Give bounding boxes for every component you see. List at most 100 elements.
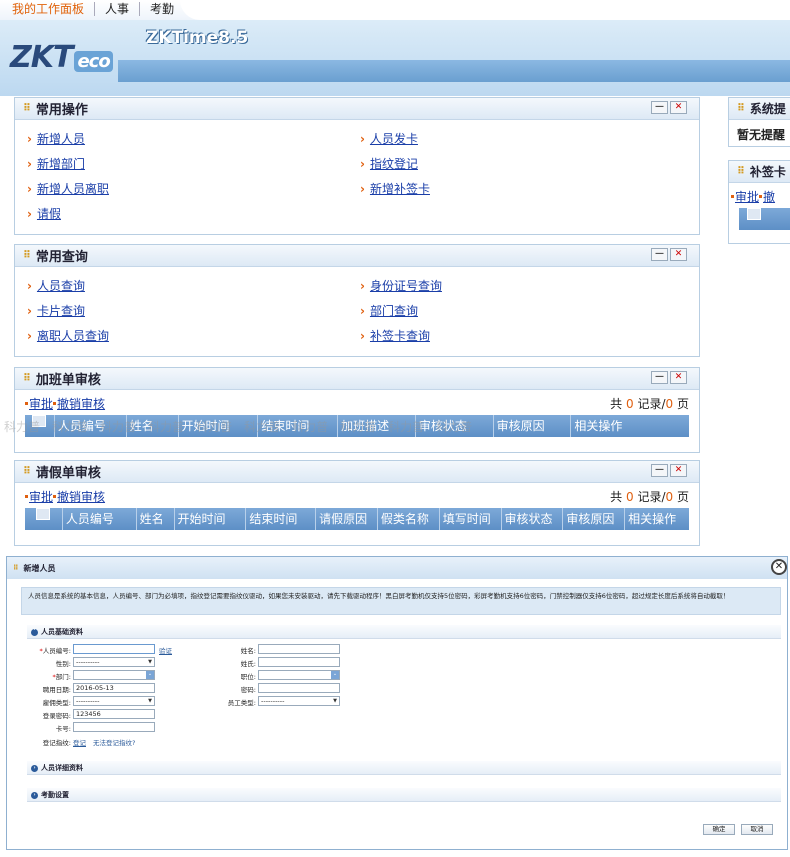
revoke-link[interactable]: 撤销审核 <box>57 488 105 505</box>
panel-title: 加班单审核 <box>35 373 101 388</box>
info-notice: 人员信息是系统的基本信息，人员编号、部门为必填项，指纹登记需要指纹仪驱动，如果您… <box>21 587 781 615</box>
column-header[interactable]: 开始时间 <box>175 508 247 530</box>
column-header[interactable]: 姓名 <box>137 508 175 530</box>
table-header: 人员编号 姓名 开始时间 结束时间 请假原因 假类名称 填写时间 审核状态 审核… <box>25 508 689 530</box>
panel-header: ⠿ 系统提 <box>729 98 790 120</box>
panel-title: 补签卡 <box>749 165 786 179</box>
column-header[interactable]: 审核原因 <box>563 508 626 530</box>
close-icon[interactable]: ✕ <box>670 248 687 261</box>
panel-title: 常用查询 <box>35 250 88 265</box>
link-issue-card[interactable]: 人员发卡 <box>360 130 418 147</box>
link-id-number-query[interactable]: 身份证号查询 <box>360 277 442 294</box>
link-department-query[interactable]: 部门查询 <box>360 302 418 319</box>
link-fingerprint-register[interactable]: 指纹登记 <box>360 155 418 172</box>
section-attendance[interactable]: › 考勤设置 <box>27 788 781 802</box>
login-pwd-input[interactable]: 123456 <box>73 709 155 719</box>
label-login-pwd: 登录密码: <box>42 712 71 720</box>
select-all-checkbox[interactable] <box>25 415 55 437</box>
column-header[interactable]: 开始时间 <box>179 415 259 437</box>
panel-header: ⠿ 常用查询 — ✕ <box>15 245 699 267</box>
bullet-icon <box>53 494 57 498</box>
surname-input[interactable] <box>258 657 340 667</box>
nav-my-dashboard[interactable]: 我的工作面板 <box>12 2 96 16</box>
close-icon[interactable]: ✕ <box>771 559 787 575</box>
link-add-resignation[interactable]: 新增人员离职 <box>27 180 109 197</box>
approve-link[interactable]: 审批 <box>735 188 759 205</box>
column-header[interactable]: 请假原因 <box>316 508 378 530</box>
minimize-icon[interactable]: — <box>651 248 668 261</box>
minimize-icon[interactable]: — <box>651 371 668 384</box>
dialog-header: ⠿ 新增人员 <box>7 557 787 579</box>
panel-title: 系统提 <box>749 102 786 116</box>
link-add-department[interactable]: 新增部门 <box>27 155 85 172</box>
grip-icon: ⠿ <box>23 250 31 261</box>
link-add-employee[interactable]: 新增人员 <box>27 130 85 147</box>
card-no-input[interactable] <box>73 722 155 732</box>
select-all-checkbox[interactable] <box>25 508 63 530</box>
column-header[interactable]: 审核状态 <box>416 415 494 437</box>
close-icon[interactable]: ✕ <box>670 464 687 477</box>
column-header[interactable]: 人员编号 <box>63 508 137 530</box>
verify-link[interactable]: 验证 <box>159 645 172 655</box>
position-select[interactable] <box>258 670 340 680</box>
link-employee-query[interactable]: 人员查询 <box>27 277 85 294</box>
revoke-link[interactable]: 撤 <box>763 188 775 205</box>
column-header[interactable]: 填写时间 <box>440 508 502 530</box>
panel-leave-review: ⠿ 请假单审核 — ✕ 审批 撤销审核 共 0 记录/0 页 人员编号 姓名 开始… <box>14 460 700 546</box>
link-resigned-query[interactable]: 离职人员查询 <box>27 327 109 344</box>
label-emp-no: 人员编号: <box>27 645 71 655</box>
cancel-button[interactable]: 取消 <box>741 824 773 835</box>
hire-date-input[interactable]: 2016-05-13 <box>73 683 155 693</box>
nav-attendance[interactable]: 考勤 <box>140 2 184 16</box>
column-header[interactable]: 加班描述 <box>338 415 416 437</box>
gender-select[interactable]: ---------- <box>73 657 155 667</box>
dept-select[interactable] <box>73 670 155 680</box>
column-header[interactable]: 审核状态 <box>502 508 564 530</box>
emp-no-input[interactable] <box>73 644 155 654</box>
section-basic-info[interactable]: ˅ 人员基础资料 <box>27 625 781 639</box>
column-header[interactable]: 相关操作 <box>625 508 689 530</box>
close-icon[interactable]: ✕ <box>670 101 687 114</box>
column-header[interactable]: 姓名 <box>127 415 179 437</box>
staff-type-select[interactable]: ---------- <box>258 696 340 706</box>
link-add-supplement-card[interactable]: 新增补签卡 <box>360 180 430 197</box>
toolbar: 审批 撤销审核 共 0 记录/0 页 <box>15 483 699 505</box>
select-all-checkbox[interactable] <box>739 208 769 230</box>
column-header[interactable]: 结束时间 <box>246 508 317 530</box>
nav-personnel[interactable]: 人事 <box>95 2 141 16</box>
label-hire-date: 聘用日期: <box>42 686 71 694</box>
link-leave[interactable]: 请假 <box>27 205 61 222</box>
column-header[interactable]: 结束时间 <box>258 415 339 437</box>
emp-type-select[interactable]: ---------- <box>73 696 155 706</box>
column-header[interactable]: 假类名称 <box>378 508 440 530</box>
password-input[interactable] <box>258 683 340 693</box>
approve-link[interactable]: 审批 <box>29 488 53 505</box>
product-name: ZKTime8.5 <box>146 28 249 48</box>
column-header[interactable]: 人员编号 <box>55 415 127 437</box>
link-card-query[interactable]: 卡片查询 <box>27 302 85 319</box>
grip-icon: ⠿ <box>23 373 31 384</box>
label-surname: 姓氏: <box>240 660 256 668</box>
fingerprint-register-link[interactable]: 登记 <box>73 737 86 747</box>
panel-title: 请假单审核 <box>35 466 101 481</box>
panel-header: ⠿ 补签卡 <box>729 161 790 183</box>
name-input[interactable] <box>258 644 340 654</box>
ok-button[interactable]: 确定 <box>703 824 735 835</box>
cannot-register-link[interactable]: 无法登记指纹? <box>93 737 135 747</box>
minimize-icon[interactable]: — <box>651 101 668 114</box>
link-supplement-card-query[interactable]: 补签卡查询 <box>360 327 430 344</box>
column-header[interactable]: 相关操作 <box>571 415 689 437</box>
column-header[interactable]: 审核原因 <box>494 415 572 437</box>
bullet-icon <box>25 494 28 498</box>
header-bar <box>118 60 790 82</box>
zkteco-logo: ZKT eco <box>10 40 113 75</box>
minimize-icon[interactable]: — <box>651 464 668 477</box>
grip-icon: ⠿ <box>13 564 19 572</box>
grip-icon: ⠿ <box>23 466 31 477</box>
close-icon[interactable]: ✕ <box>670 371 687 384</box>
section-detail-info[interactable]: › 人员详细资料 <box>27 761 781 775</box>
revoke-link[interactable]: 撤销审核 <box>57 395 105 412</box>
approve-link[interactable]: 审批 <box>29 395 53 412</box>
basic-info-form: 人员编号: 验证 性别: ---------- 部门: 聘用日期: 2016-0… <box>27 639 787 757</box>
record-count: 共 0 记录/0 页 <box>610 489 689 504</box>
